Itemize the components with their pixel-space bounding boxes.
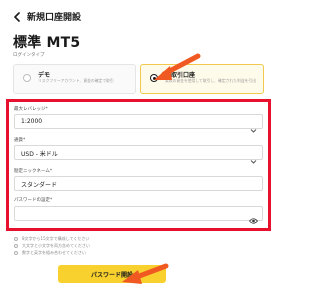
chevron-left-icon[interactable] [13,11,23,23]
login-type-label: ログインタイプ [13,53,45,58]
password-rule-text: 数字と英字を組み合わせてください [22,249,86,255]
chevron-down-icon [250,150,257,164]
password-input[interactable] [14,206,263,224]
header-title: 新規口座開設 [27,13,82,23]
currency-value: USD - 米ドル [21,151,58,158]
password-rule-text: 大文字と小文字を両方含めてください [22,242,90,248]
arrow-icon [154,53,201,80]
leverage-value: 1:2000 [21,118,43,125]
demo-account-option[interactable]: デモ リスクフリーアカウント、資金の確定で取引 [13,64,136,94]
eye-icon[interactable] [248,210,259,224]
password-rule: 8文字から15文字で構成してください [14,235,90,242]
nickname-label: 勘定ニックネーム* [14,169,53,174]
open-account-page: 新規口座開設 標準 MT5 ログインタイプ デモ リスクフリーアカウント、資金の… [0,0,277,300]
demo-radio[interactable] [23,74,31,82]
password-rule-text: 8文字から15文字で構成してください [22,235,90,241]
chevron-down-icon [250,119,257,133]
nickname-value: スタンダード [21,182,58,189]
demo-option-description: リスクフリーアカウント、資金の確定で取引 [38,78,114,83]
arrow-icon [122,263,169,284]
nickname-input[interactable]: スタンダード [14,176,263,191]
currency-label: 通貨* [14,138,26,143]
password-rule: 数字と英字を組み合わせてください [14,249,90,256]
rule-dot-icon [14,243,18,248]
page-title: 標準 MT5 [13,35,81,51]
password-rules: 8文字から15文字で構成してください 大文字と小文字を両方含めてください 数字と… [14,235,90,256]
password-rule: 大文字と小文字を両方含めてください [14,242,90,249]
leverage-label: 最大レバレッジ* [14,107,48,112]
header: 新規口座開設 [13,10,81,23]
rule-dot-icon [14,250,18,255]
leverage-select[interactable]: 1:2000 [14,114,263,133]
rule-dot-icon [14,236,18,241]
currency-select[interactable]: USD - 米ドル [14,145,263,164]
password-label: パスワードの設定* [14,198,53,203]
